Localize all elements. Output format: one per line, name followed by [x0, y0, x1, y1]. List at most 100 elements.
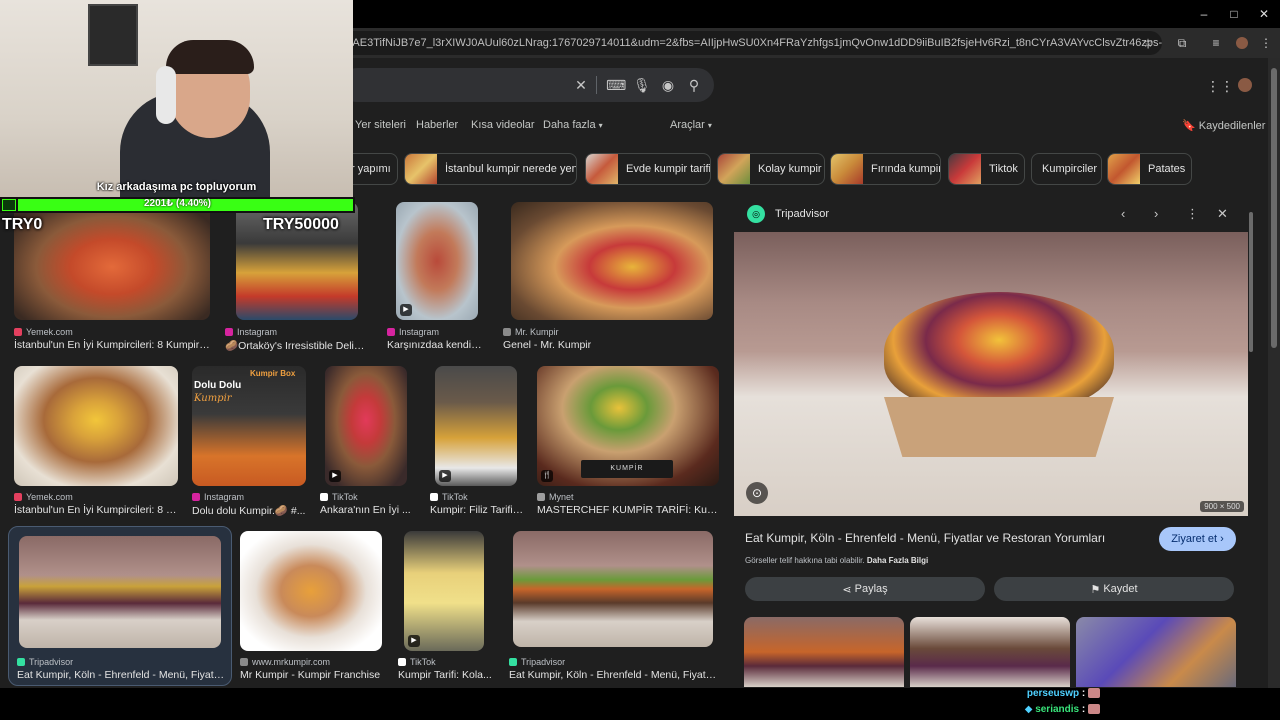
previous-icon[interactable]: ‹ — [1121, 206, 1125, 221]
result-source[interactable]: Tripadvisor — [509, 657, 565, 667]
lens-search-icon[interactable]: ⊙ — [746, 482, 768, 504]
chip-easy-kumpir[interactable]: Kolay kumpir — [717, 153, 825, 185]
image-result[interactable]: ▶ Instagram Karşınızdaa kendini ... — [387, 202, 487, 354]
minimize-button[interactable]: – — [1196, 6, 1212, 22]
result-source[interactable]: Instagram — [225, 327, 277, 337]
saved-button[interactable]: 🔖 Kaydedilenler — [1182, 119, 1265, 132]
scrollbar-thumb[interactable] — [1271, 68, 1277, 348]
preview-title[interactable]: Eat Kumpir, Köln - Ehrenfeld - Menü, Fiy… — [745, 531, 1145, 545]
tab-more-label: Daha fazla — [543, 119, 596, 131]
result-caption[interactable]: Eat Kumpir, Köln - Ehrenfeld - Menü, Fiy… — [17, 669, 225, 681]
share-button[interactable]: ⋖ Paylaş — [745, 577, 985, 601]
result-caption[interactable]: Ankara'nın En İyi ... — [320, 504, 418, 516]
profile-avatar[interactable] — [1236, 37, 1248, 49]
visit-button[interactable]: Ziyaret et › — [1159, 527, 1236, 551]
cat-emote-icon — [1088, 688, 1100, 699]
saved-label: Kaydedilenler — [1198, 120, 1266, 132]
streamer-hair — [166, 40, 254, 74]
source-label: Mr. Kumpir — [515, 327, 559, 337]
result-source[interactable]: Yemek.com — [14, 327, 73, 337]
keyboard-icon[interactable]: ⌨ — [606, 77, 626, 93]
lens-icon[interactable]: ◉ — [660, 77, 676, 93]
result-source[interactable]: Mr. Kumpir — [503, 327, 559, 337]
image-result[interactable]: www.mrkumpir.com Mr Kumpir - Kumpir Fran… — [240, 531, 388, 683]
bookmark-star-icon[interactable]: ☆ — [1140, 35, 1156, 51]
chip-potatoes[interactable]: Patates — [1107, 153, 1192, 185]
result-caption[interactable]: Genel - Mr. Kumpir — [503, 339, 719, 351]
result-caption[interactable]: Mr Kumpir - Kumpir Franchise — [240, 669, 388, 681]
more-options-icon[interactable]: ⋮ — [1186, 206, 1199, 222]
result-caption[interactable]: İstanbul'un En İyi Kumpircileri: 8 K... — [14, 504, 178, 516]
result-source[interactable]: TikTok — [398, 657, 436, 667]
search-input[interactable]: ✕ ⌨ 🎙 ◉ ⚲ — [340, 68, 714, 102]
close-window-button[interactable]: ✕ — [1256, 6, 1272, 22]
image-result[interactable]: KUMPİR 🍴 Mynet MASTERCHEF KUMPİR TARİFİ:… — [537, 366, 719, 518]
related-image[interactable] — [744, 617, 904, 687]
url-field[interactable]: =AE3TifNiJB7e7_l3rXIWJ0AUul60zLNrag:1767… — [340, 31, 1162, 55]
image-result[interactable]: ▶ TikTok Kumpir Tarifi: Kola... — [398, 531, 498, 683]
chip-label: Kumpirciler — [1042, 163, 1098, 175]
related-image[interactable] — [1076, 617, 1236, 687]
apps-grid-icon[interactable]: ⋮⋮ — [1206, 78, 1234, 94]
result-caption[interactable]: Dolu dolu Kumpir.🥔 #... — [192, 504, 306, 517]
google-account-avatar[interactable] — [1238, 78, 1252, 92]
result-source[interactable]: Mynet — [537, 492, 574, 502]
image-result[interactable]: Yemek.com İstanbul'un En İyi Kumpirciler… — [14, 202, 210, 354]
maximize-button[interactable]: □ — [1226, 6, 1242, 22]
close-preview-icon[interactable]: ✕ — [1217, 206, 1228, 222]
chat-separator: : — [1079, 688, 1088, 699]
chip-istanbul-kumpir[interactable]: İstanbul kumpir nerede yenir — [404, 153, 577, 185]
result-caption[interactable]: Kumpir Tarifi: Kola... — [398, 669, 498, 681]
tab-more[interactable]: Daha fazla ▾ — [543, 119, 603, 131]
preview-image[interactable]: ⊙ 900 × 500 — [734, 232, 1248, 516]
result-caption[interactable]: Eat Kumpir, Köln - Ehrenfeld - Menü, Fiy… — [509, 669, 717, 681]
result-caption[interactable]: MASTERCHEF KUMPİR TARİFİ: Kum... — [537, 504, 719, 516]
result-caption[interactable]: Kumpir: Filiz Tarifi i... — [430, 504, 524, 516]
result-source[interactable]: TikTok — [430, 492, 468, 502]
result-caption[interactable]: İstanbul'un En İyi Kumpircileri: 8 Kumpi… — [14, 339, 210, 351]
more-info-link[interactable]: Daha Fazla Bilgi — [867, 556, 928, 565]
image-result[interactable]: ▶ TikTok Ankara'nın En İyi ... — [320, 366, 418, 518]
page-scrollbar[interactable] — [1268, 58, 1280, 688]
image-size-badge: 900 × 500 — [1200, 501, 1244, 512]
result-source[interactable]: www.mrkumpir.com — [240, 657, 330, 667]
result-thumbnail — [19, 536, 221, 648]
result-source[interactable]: Tripadvisor — [17, 657, 73, 667]
source-label: Instagram — [399, 327, 440, 337]
result-caption[interactable]: Karşınızdaa kendini ... — [387, 339, 487, 351]
clear-search-icon[interactable]: ✕ — [573, 77, 589, 93]
chip-kumpir-shops[interactable]: Kumpirciler — [1031, 153, 1102, 185]
result-source[interactable]: Instagram — [387, 327, 439, 337]
media-control-icon[interactable]: ≡ — [1208, 35, 1224, 51]
microphone-icon[interactable]: 🎙 — [633, 77, 651, 93]
image-result[interactable]: Tripadvisor Eat Kumpir, Köln - Ehrenfeld… — [509, 531, 717, 683]
result-source[interactable]: TikTok — [320, 492, 358, 502]
result-source[interactable]: Instagram — [192, 492, 244, 502]
tab-short-videos[interactable]: Kısa videolar — [471, 119, 535, 131]
tab-news[interactable]: Haberler — [416, 119, 458, 131]
tab-places[interactable]: Yer siteleri — [355, 119, 406, 131]
image-result[interactable]: Mr. Kumpir Genel - Mr. Kumpir — [503, 202, 719, 354]
save-button[interactable]: ⚑ Kaydet — [994, 577, 1234, 601]
image-result[interactable]: ▶ TikTok Kumpir: Filiz Tarifi i... — [430, 366, 524, 518]
extensions-icon[interactable]: ⧉ — [1174, 35, 1190, 51]
goal-title: Kız arkadaşıma pc topluyorum — [96, 181, 257, 193]
next-icon[interactable]: › — [1154, 206, 1158, 221]
result-source[interactable]: Yemek.com — [14, 492, 73, 502]
tools-button[interactable]: Araçlar ▾ — [670, 119, 712, 131]
related-image[interactable] — [910, 617, 1070, 687]
panel-scrollbar-thumb[interactable] — [1249, 212, 1253, 352]
chat-message: ◆ seriandis : — [1025, 704, 1100, 715]
image-result[interactable]: Dolu Dolu Kumpir Kumpir Box Instagram Do… — [192, 366, 306, 518]
browser-menu-icon[interactable]: ⋮ — [1258, 35, 1274, 51]
image-result[interactable]: Yemek.com İstanbul'un En İyi Kumpirciler… — [14, 366, 178, 518]
chip-home-recipe[interactable]: Evde kumpir tarifi — [585, 153, 711, 185]
result-caption[interactable]: 🥔Ortaköy's Irresistible Delight... — [225, 339, 369, 352]
preview-source[interactable]: Tripadvisor — [775, 208, 829, 220]
chip-oven-kumpir[interactable]: Fırında kumpir — [830, 153, 941, 185]
image-result-selected[interactable]: Tripadvisor Eat Kumpir, Köln - Ehrenfeld… — [8, 526, 232, 686]
search-icon[interactable]: ⚲ — [686, 77, 702, 93]
goal-max-label: TRY50000 — [263, 216, 339, 233]
chip-tiktok[interactable]: Tiktok — [948, 153, 1025, 185]
source-label: Yemek.com — [26, 492, 73, 502]
